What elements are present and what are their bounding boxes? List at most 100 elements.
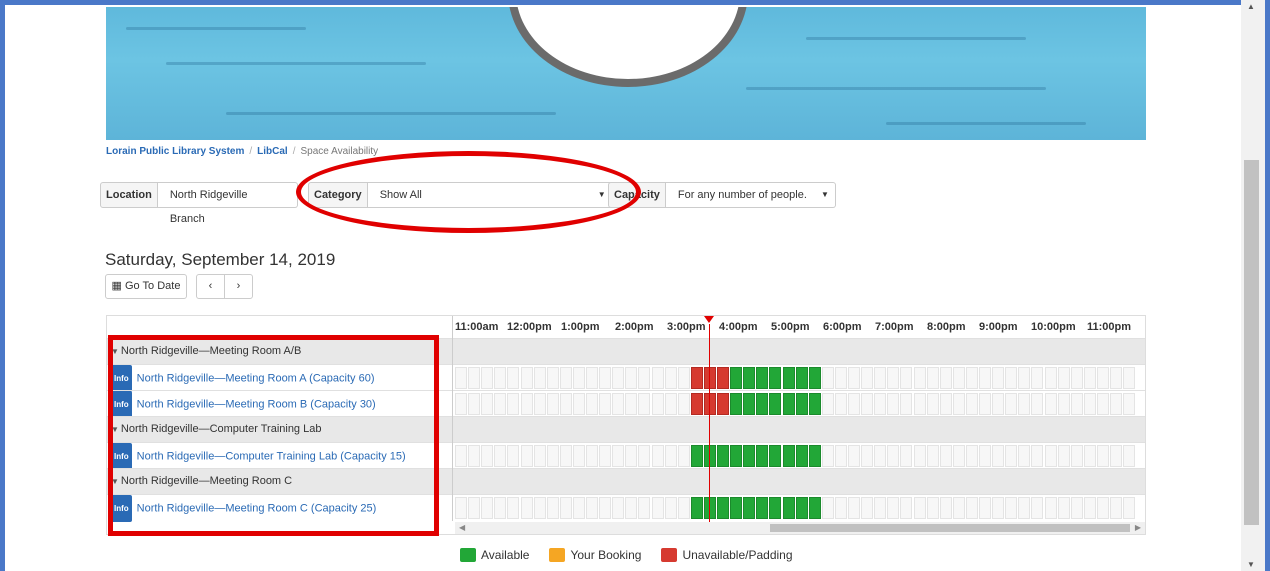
empty-slot xyxy=(1018,445,1031,467)
empty-slot xyxy=(821,367,834,389)
empty-slot xyxy=(821,393,834,415)
available-slot[interactable] xyxy=(730,445,743,467)
available-slot[interactable] xyxy=(756,367,769,389)
empty-slot xyxy=(1005,497,1018,519)
go-to-date-button[interactable]: ▦ Go To Date xyxy=(105,274,187,299)
available-slot[interactable] xyxy=(717,445,729,467)
empty-slot xyxy=(638,445,651,467)
scroll-right-icon[interactable]: ▶ xyxy=(1135,522,1141,534)
empty-slot xyxy=(1044,497,1057,519)
available-slot[interactable] xyxy=(795,445,808,467)
empty-slot xyxy=(1044,445,1057,467)
available-slot[interactable] xyxy=(743,445,756,467)
empty-slot xyxy=(533,497,546,519)
empty-slot xyxy=(586,367,598,389)
capacity-select[interactable]: For any number of people. ▼ xyxy=(665,182,836,208)
available-slot[interactable] xyxy=(808,367,821,389)
location-select[interactable]: North Ridgeville Branch xyxy=(157,182,298,225)
available-slot[interactable] xyxy=(743,393,756,415)
scroll-down-icon[interactable]: ▼ xyxy=(1247,560,1255,569)
empty-slot xyxy=(1031,367,1044,389)
empty-slot xyxy=(520,367,533,389)
available-slot[interactable] xyxy=(808,497,821,519)
scroll-up-icon[interactable]: ▲ xyxy=(1247,2,1255,11)
empty-slot xyxy=(874,367,887,389)
empty-slot xyxy=(834,393,847,415)
horizontal-scrollbar[interactable]: ◀ ▶ xyxy=(455,522,1145,534)
available-slot[interactable] xyxy=(743,367,756,389)
available-slot[interactable] xyxy=(769,393,782,415)
capacity-select-value: For any number of people. xyxy=(677,189,807,201)
available-slot[interactable] xyxy=(782,367,795,389)
empty-slot xyxy=(572,497,585,519)
breadcrumb-link-library[interactable]: Lorain Public Library System xyxy=(106,146,244,157)
capacity-filter: Capacity For any number of people. ▼ xyxy=(608,182,836,208)
available-slot[interactable] xyxy=(756,445,769,467)
chevron-left-icon[interactable]: ‹ xyxy=(196,274,225,299)
unavailable-slot xyxy=(690,393,703,415)
empty-slot xyxy=(494,497,507,519)
empty-slot xyxy=(468,367,481,389)
available-slot[interactable] xyxy=(782,497,795,519)
empty-slot xyxy=(979,393,991,415)
available-slot[interactable] xyxy=(690,445,703,467)
time-label: 11:00am xyxy=(455,321,499,333)
chevron-right-icon[interactable]: › xyxy=(224,274,253,299)
empty-slot xyxy=(965,367,978,389)
legend-swatch xyxy=(661,548,678,562)
empty-slot xyxy=(900,445,913,467)
empty-slot xyxy=(612,445,625,467)
scroll-left-icon[interactable]: ◀ xyxy=(459,522,465,534)
empty-slot xyxy=(455,367,467,389)
empty-slot xyxy=(612,367,625,389)
available-slot[interactable] xyxy=(795,497,808,519)
available-slot[interactable] xyxy=(782,445,795,467)
available-slot[interactable] xyxy=(769,445,782,467)
available-slot[interactable] xyxy=(769,367,782,389)
vertical-scrollbar[interactable]: ▲ ▼ xyxy=(1241,0,1265,571)
legend-swatch xyxy=(549,548,566,562)
available-slot[interactable] xyxy=(743,497,756,519)
empty-slot xyxy=(1070,367,1083,389)
empty-slot xyxy=(507,445,520,467)
empty-slot xyxy=(1005,445,1018,467)
available-slot[interactable] xyxy=(769,497,782,519)
empty-slot xyxy=(572,445,585,467)
available-slot[interactable] xyxy=(717,497,729,519)
legend-swatch xyxy=(460,548,476,562)
annotation-oval xyxy=(296,151,641,233)
empty-slot xyxy=(664,497,677,519)
empty-slot xyxy=(952,367,965,389)
available-slot[interactable] xyxy=(808,445,821,467)
available-slot[interactable] xyxy=(730,497,743,519)
available-slot[interactable] xyxy=(795,393,808,415)
available-slot[interactable] xyxy=(730,393,743,415)
legend: Available Your Booking Unavailable/Padding xyxy=(460,547,813,563)
available-slot[interactable] xyxy=(730,367,743,389)
available-slot[interactable] xyxy=(782,393,795,415)
empty-slot xyxy=(520,497,533,519)
breadcrumb-link-libcal[interactable]: LibCal xyxy=(257,146,288,157)
available-slot[interactable] xyxy=(795,367,808,389)
vertical-scroll-thumb[interactable] xyxy=(1244,160,1259,525)
available-slot[interactable] xyxy=(756,497,769,519)
empty-slot xyxy=(533,445,546,467)
empty-slot xyxy=(887,367,900,389)
date-heading: Saturday, September 14, 2019 xyxy=(105,250,336,269)
empty-slot xyxy=(651,497,664,519)
empty-slot xyxy=(1083,367,1096,389)
time-label: 9:00pm xyxy=(979,321,1018,333)
available-slot[interactable] xyxy=(690,497,703,519)
empty-slot xyxy=(664,367,677,389)
horizontal-scroll-thumb[interactable] xyxy=(770,524,1130,532)
empty-slot xyxy=(1083,393,1096,415)
available-slot[interactable] xyxy=(808,393,821,415)
empty-slot xyxy=(900,497,913,519)
available-slot[interactable] xyxy=(756,393,769,415)
empty-slot xyxy=(1018,367,1031,389)
empty-slot xyxy=(952,445,965,467)
legend-label: Available xyxy=(481,548,530,562)
empty-slot xyxy=(913,445,926,467)
empty-slot xyxy=(1070,393,1083,415)
unavailable-slot xyxy=(717,393,729,415)
